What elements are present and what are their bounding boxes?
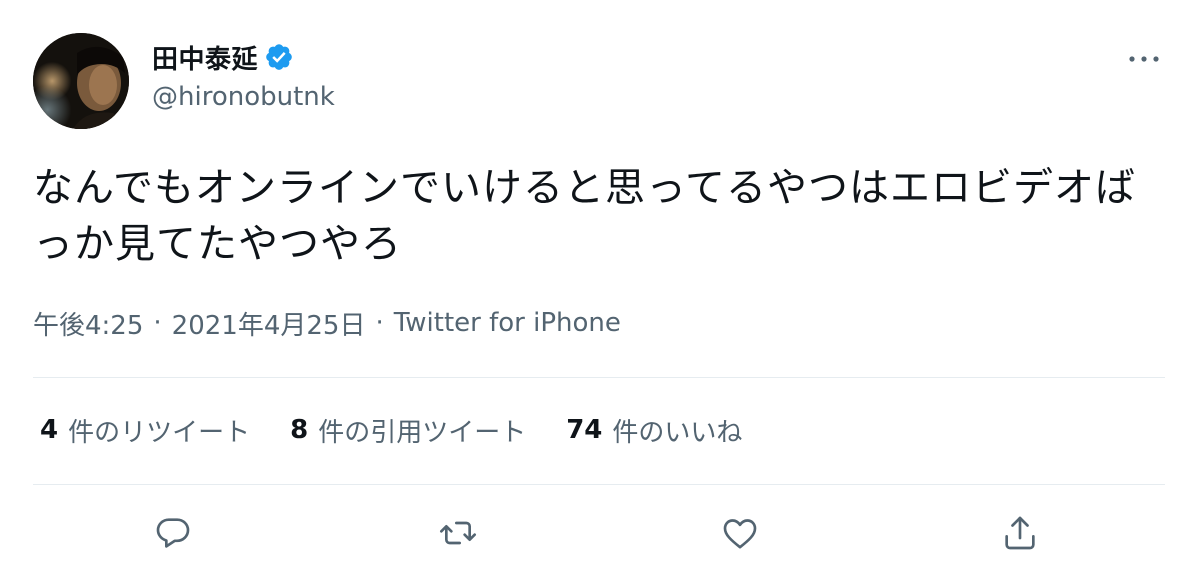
share-icon [1005, 516, 1035, 550]
divider [33, 484, 1165, 485]
tweet-stats: 4 件のリツイート 8 件の引用ツイート 74 件のいいね [40, 410, 782, 450]
quotes-count: 8 [290, 415, 309, 445]
author-display-name[interactable]: 田中泰延 [152, 39, 258, 76]
tweet-meta: 午後4:25 · 2021年4月25日 · Twitter for iPhone [33, 305, 621, 341]
quotes-stat[interactable]: 8 件の引用ツイート [290, 412, 526, 449]
likes-count: 74 [566, 415, 603, 445]
tweet-detail: 田中泰延 @hironobutnk なんでもオンラインでいけると思ってるやつはエ… [0, 0, 1198, 577]
retweet-icon [440, 521, 476, 545]
likes-stat[interactable]: 74 件のいいね [566, 412, 742, 449]
tweet-time[interactable]: 午後4:25 [33, 305, 143, 342]
tweet-actions [0, 510, 1198, 556]
meta-separator: · [375, 308, 384, 338]
like-icon [723, 519, 757, 549]
verified-badge-icon [264, 42, 294, 72]
share-button[interactable] [997, 510, 1043, 556]
retweets-count: 4 [40, 415, 59, 445]
retweets-stat[interactable]: 4 件のリツイート [40, 412, 250, 449]
quotes-label: 件の引用ツイート [318, 417, 527, 448]
author-name-row: 田中泰延 [152, 39, 294, 76]
meta-separator: · [153, 308, 162, 338]
likes-label: 件のいいね [612, 417, 743, 448]
reply-icon [156, 518, 190, 548]
tweet-date[interactable]: 2021年4月25日 [172, 305, 366, 342]
reply-button[interactable] [150, 510, 196, 556]
tweet-source[interactable]: Twitter for iPhone [394, 308, 621, 338]
author-handle[interactable]: @hironobutnk [152, 82, 335, 112]
retweet-button[interactable] [435, 510, 481, 556]
divider [33, 377, 1165, 378]
more-options-icon[interactable] [1122, 44, 1166, 74]
retweets-label: 件のリツイート [68, 417, 251, 448]
tweet-text: なんでもオンラインでいけると思ってるやつはエロビデオばっか見てたやつやろ [33, 165, 1136, 267]
like-button[interactable] [717, 510, 763, 556]
profile-photo [33, 33, 129, 129]
avatar[interactable] [33, 33, 129, 129]
